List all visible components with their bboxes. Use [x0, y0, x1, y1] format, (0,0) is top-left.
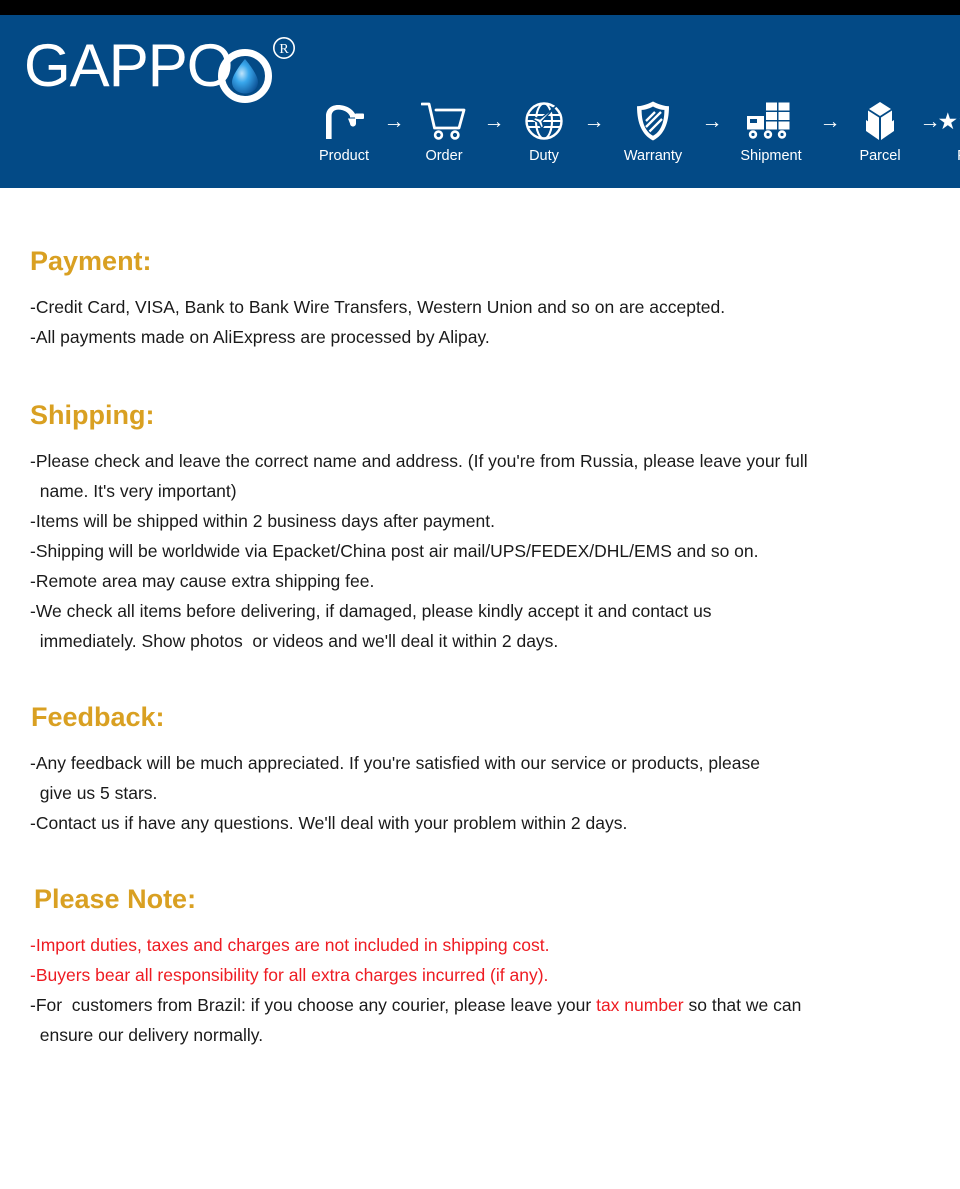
section-please-note: Please Note: -Import duties, taxes and c… [30, 838, 930, 1050]
step-label: Shipment [740, 148, 802, 164]
policy-line: -Remote area may cause extra shipping fe… [30, 571, 375, 591]
section-lines-payment: -Credit Card, VISA, Bank to Bank Wire Tr… [30, 292, 930, 352]
step-order: Order [405, 98, 483, 165]
policy-line: -Please check and leave the correct name… [30, 451, 808, 501]
policy-line-alert: -Buyers bear all responsibility for all … [30, 965, 549, 985]
shield-icon [635, 98, 671, 144]
section-lines-shipping: -Please check and leave the correct name… [30, 446, 930, 656]
policy-line-brazil: -For customers from Brazil: if you choos… [30, 990, 930, 1050]
section-lines-feedback: -Any feedback will be much appreciated. … [30, 748, 930, 838]
step-product: Product [305, 98, 383, 165]
step-label: Product [319, 148, 369, 164]
step-feedback: ★★★★★ Feedback [937, 98, 960, 165]
open-box-icon [858, 98, 902, 144]
section-payment: Payment: -Credit Card, VISA, Bank to Ban… [30, 188, 930, 352]
step-parcel: Parcel [841, 98, 919, 165]
logo-droplet-circle [218, 49, 272, 103]
brazil-text-before: -For customers from Brazil: if you choos… [30, 995, 597, 1015]
policy-line: -Credit Card, VISA, Bank to Bank Wire Tr… [30, 297, 726, 317]
arrow-icon-2: → [483, 109, 505, 133]
section-title-please-note: Please Note: [34, 884, 197, 914]
step-label: Warranty [623, 148, 683, 164]
faucet-icon [322, 98, 366, 144]
five-stars-icon: ★★★★★ [937, 107, 960, 134]
policy-line: -Contact us if have any questions. We'll… [30, 813, 628, 833]
arrow-icon-5: → [819, 109, 841, 133]
policy-line: -All payments made on AliExpress are pro… [30, 327, 490, 347]
logo-wordmark: GAPPO [24, 32, 233, 99]
section-shipping: Shipping: -Please check and leave the co… [30, 352, 930, 656]
arrow-icon-4: → [701, 109, 723, 133]
shopping-cart-icon [421, 98, 467, 144]
section-title-payment: Payment: [30, 246, 152, 276]
section-lines-please-note: -Import duties, taxes and charges are no… [30, 930, 930, 1050]
policy-content: Payment: -Credit Card, VISA, Bank to Ban… [0, 188, 960, 1050]
step-duty: Duty [505, 98, 583, 165]
step-shipment: Shipment [723, 98, 819, 165]
brand-banner: GAPPO R Product → Order → Duty → Warrant… [0, 15, 960, 188]
top-black-strip [0, 0, 960, 15]
policy-line: -Any feedback will be much appreciated. … [30, 753, 760, 803]
policy-line-alert: -Import duties, taxes and charges are no… [30, 935, 550, 955]
tax-number-highlight: tax number [596, 995, 684, 1015]
delivery-truck-icon [744, 98, 798, 144]
step-label: Parcel [859, 148, 901, 164]
section-title-feedback: Feedback: [31, 702, 165, 732]
gappo-logo: GAPPO R [24, 33, 314, 105]
section-feedback: Feedback: -Any feedback will be much app… [30, 656, 930, 838]
water-droplet-icon [232, 59, 258, 94]
svg-text:R: R [279, 42, 289, 57]
step-label: Order [425, 148, 463, 164]
arrow-icon-3: → [583, 109, 605, 133]
globe-plane-icon [523, 98, 565, 144]
process-steps: Product → Order → Duty → Warranty → Ship… [305, 98, 960, 165]
registered-trademark-icon: R [273, 37, 295, 59]
arrow-icon-1: → [383, 109, 405, 133]
section-title-shipping: Shipping: [30, 400, 155, 430]
policy-line: -We check all items before delivering, i… [30, 601, 712, 651]
step-label: Duty [529, 148, 559, 164]
policy-line: -Shipping will be worldwide via Epacket/… [30, 541, 759, 561]
policy-line: -Items will be shipped within 2 business… [30, 511, 495, 531]
step-warranty: Warranty [605, 98, 701, 165]
product-policy-page: GAPPO R Product → Order → Duty → Warrant… [0, 0, 960, 1189]
